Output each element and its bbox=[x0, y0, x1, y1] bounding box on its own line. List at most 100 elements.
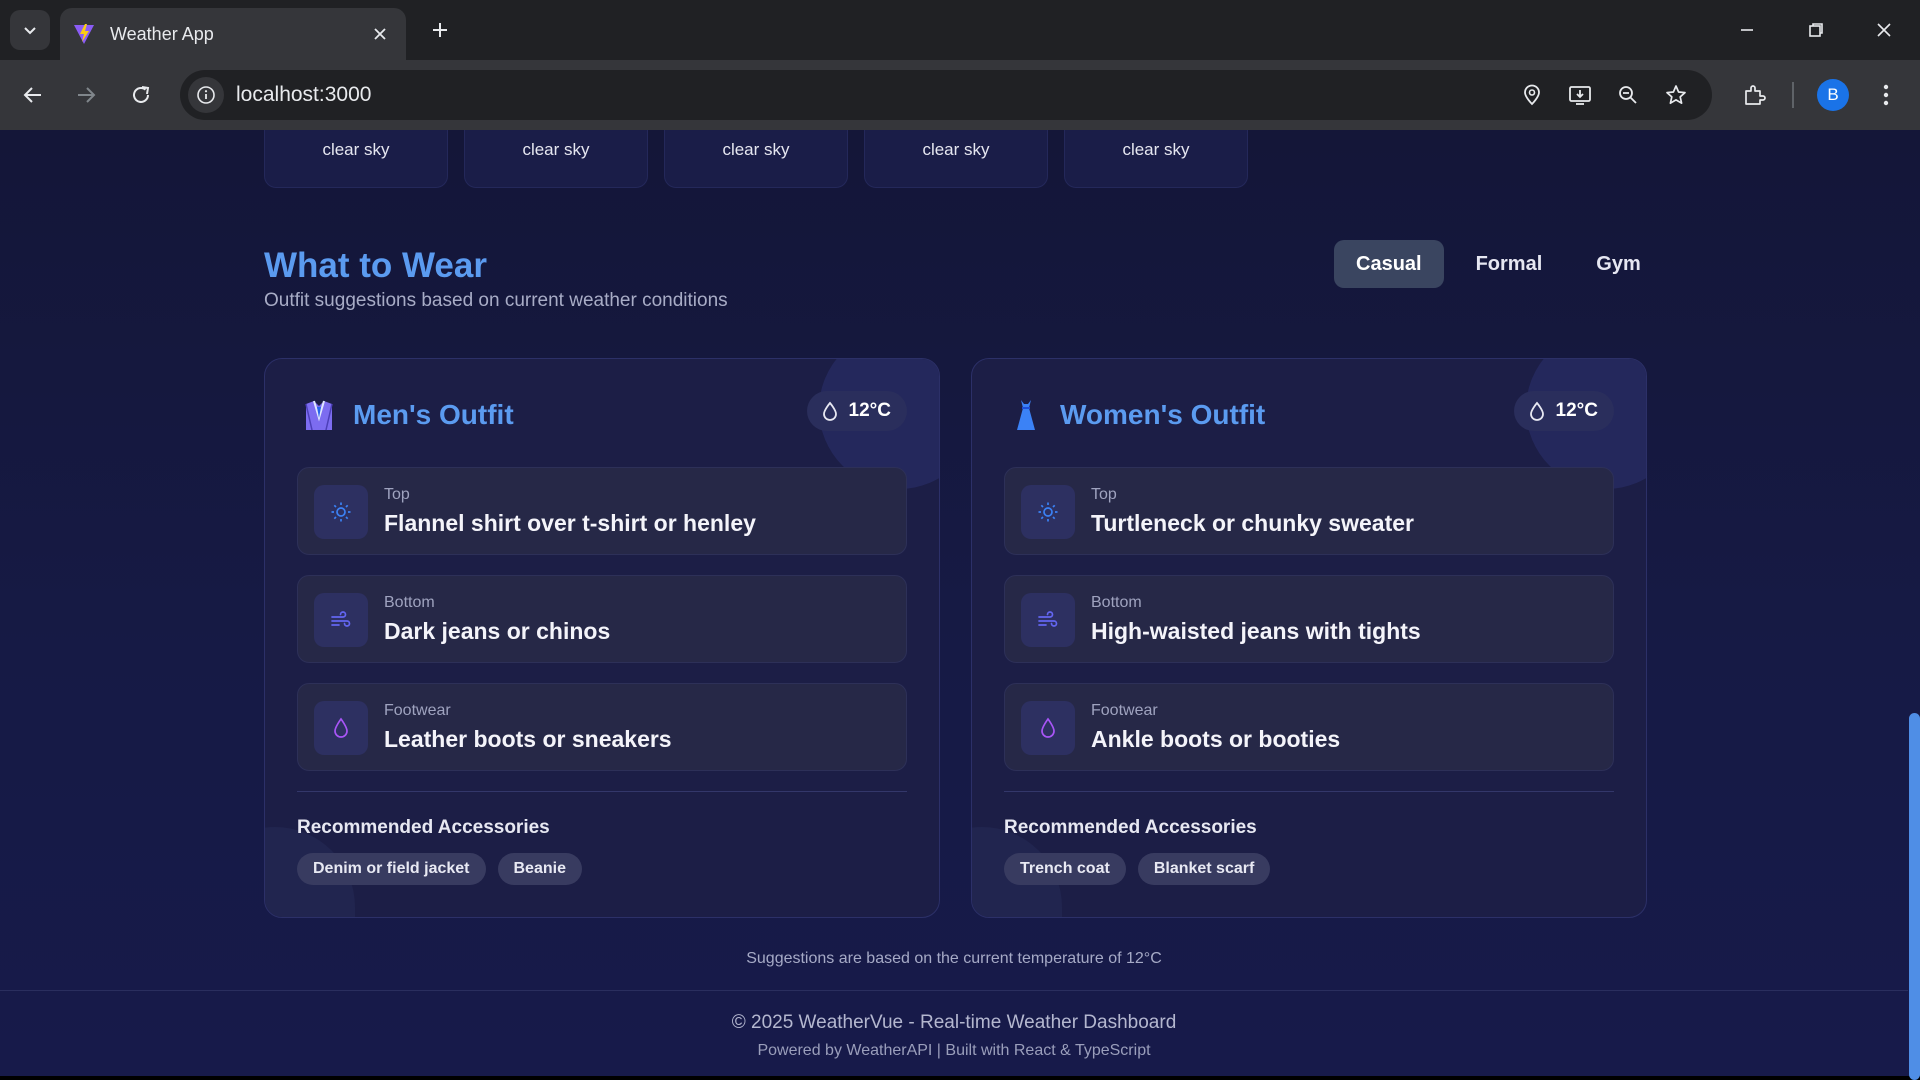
item-value: Leather boots or sneakers bbox=[384, 726, 672, 752]
forecast-card: clear sky bbox=[864, 130, 1048, 188]
footer-copyright: © 2025 WeatherVue - Real-time Weather Da… bbox=[731, 1012, 1177, 1033]
browser-tab-active[interactable]: Weather App bbox=[60, 8, 406, 60]
address-bar[interactable]: localhost:3000 bbox=[180, 70, 1712, 120]
tab-title: Weather App bbox=[110, 23, 214, 44]
forecast-description: clear sky bbox=[722, 140, 790, 159]
forecast-card: clear sky bbox=[264, 130, 448, 188]
toolbar-separator bbox=[1792, 82, 1794, 108]
accessory-chip: Blanket scarf bbox=[1137, 853, 1271, 885]
restore-icon bbox=[1809, 23, 1823, 37]
accessory-chip: Trench coat bbox=[1004, 853, 1126, 885]
section-title: What to Wear bbox=[264, 246, 487, 285]
item-label: Bottom bbox=[1091, 594, 1142, 611]
card-title: Women's Outfit bbox=[1060, 399, 1266, 430]
temperature-badge: 12°C bbox=[806, 391, 907, 431]
chevron-down-icon bbox=[24, 27, 36, 35]
forecast-card: clear sky bbox=[664, 130, 848, 188]
forecast-description: clear sky bbox=[1122, 140, 1190, 159]
install-app-icon[interactable] bbox=[1562, 77, 1598, 113]
reload-button[interactable] bbox=[119, 73, 163, 117]
location-icon[interactable] bbox=[1514, 77, 1550, 113]
outfit-item-bottom: Bottom Dark jeans or chinos bbox=[297, 575, 907, 663]
arrow-right-icon bbox=[78, 87, 96, 103]
tab-casual[interactable]: Casual bbox=[1334, 240, 1444, 288]
accessory-chips: Trench coat Blanket scarf bbox=[1004, 853, 1271, 885]
wind-icon bbox=[1021, 593, 1075, 647]
forecast-card: clear sky bbox=[464, 130, 648, 188]
minimize-icon bbox=[1741, 29, 1753, 31]
restore-button[interactable] bbox=[1794, 8, 1838, 52]
browser-toolbar: localhost:3000 B bbox=[0, 60, 1920, 130]
accessories-title: Recommended Accessories bbox=[1004, 817, 1257, 838]
suggestion-note: Suggestions are based on the current tem… bbox=[746, 950, 1162, 967]
item-value: High-waisted jeans with tights bbox=[1091, 618, 1421, 644]
accessory-chip: Denim or field jacket bbox=[297, 853, 486, 885]
forward-button[interactable] bbox=[64, 73, 108, 117]
outfit-item-footwear: Footwear Ankle boots or booties bbox=[1004, 683, 1614, 771]
droplet-icon bbox=[314, 701, 368, 755]
card-title: Men's Outfit bbox=[353, 399, 514, 430]
bottom-edge bbox=[0, 1076, 1920, 1080]
shirt-icon bbox=[301, 397, 337, 433]
outfit-item-top: Top Flannel shirt over t-shirt or henley bbox=[297, 467, 907, 555]
zoom-icon[interactable] bbox=[1610, 77, 1646, 113]
bookmark-star-icon[interactable] bbox=[1658, 77, 1694, 113]
wind-icon bbox=[314, 593, 368, 647]
footer-credits: Powered by WeatherAPI | Built with React… bbox=[757, 1042, 1151, 1059]
tab-formal[interactable]: Formal bbox=[1454, 240, 1565, 288]
outfit-item-top: Top Turtleneck or chunky sweater bbox=[1004, 467, 1614, 555]
droplet-icon bbox=[822, 401, 837, 421]
back-button[interactable] bbox=[11, 73, 55, 117]
item-label: Footwear bbox=[384, 702, 451, 719]
tab-search-button[interactable] bbox=[10, 10, 50, 50]
forecast-card: clear sky bbox=[1064, 130, 1248, 188]
plus-icon bbox=[433, 23, 447, 37]
page-viewport: clear sky clear sky clear sky clear sky … bbox=[0, 130, 1920, 1080]
accessory-chips: Denim or field jacket Beanie bbox=[297, 853, 582, 885]
droplet-icon bbox=[1021, 701, 1075, 755]
item-value: Flannel shirt over t-shirt or henley bbox=[384, 510, 756, 536]
footer-divider bbox=[0, 990, 1908, 991]
tab-gym[interactable]: Gym bbox=[1574, 240, 1662, 288]
section-subtitle: Outfit suggestions based on current weat… bbox=[264, 290, 728, 311]
item-label: Top bbox=[384, 486, 410, 503]
womens-outfit-card: Women's Outfit 12°C Top Turtleneck or ch… bbox=[971, 358, 1647, 918]
arrow-left-icon bbox=[23, 87, 41, 103]
forecast-description: clear sky bbox=[922, 140, 990, 159]
url-text[interactable]: localhost:3000 bbox=[236, 83, 371, 107]
temperature-value: 12°C bbox=[1555, 400, 1598, 421]
outfit-item-footwear: Footwear Leather boots or sneakers bbox=[297, 683, 907, 771]
reload-icon bbox=[133, 86, 150, 103]
outfit-item-bottom: Bottom High-waisted jeans with tights bbox=[1004, 575, 1614, 663]
mens-outfit-card: Men's Outfit 12°C Top Flannel shirt over… bbox=[264, 358, 940, 918]
extensions-icon[interactable] bbox=[1734, 75, 1774, 115]
temperature-value: 12°C bbox=[848, 400, 891, 421]
divider bbox=[1004, 791, 1614, 792]
scrollbar-thumb[interactable] bbox=[1909, 713, 1920, 1080]
browser-tabbar: Weather App bbox=[0, 0, 1920, 60]
minimize-button[interactable] bbox=[1725, 8, 1769, 52]
profile-avatar[interactable]: B bbox=[1817, 79, 1849, 111]
accessory-chip: Beanie bbox=[497, 853, 582, 885]
forecast-row: clear sky clear sky clear sky clear sky … bbox=[264, 130, 1248, 188]
item-label: Footwear bbox=[1091, 702, 1158, 719]
vite-favicon-icon bbox=[72, 22, 96, 46]
close-icon bbox=[1877, 23, 1891, 37]
menu-kebab-icon[interactable] bbox=[1866, 75, 1906, 115]
item-label: Bottom bbox=[384, 594, 435, 611]
forecast-description: clear sky bbox=[322, 140, 390, 159]
forecast-description: clear sky bbox=[522, 140, 590, 159]
close-window-button[interactable] bbox=[1862, 8, 1906, 52]
dress-icon bbox=[1008, 397, 1044, 433]
divider bbox=[297, 791, 907, 792]
tab-close-icon[interactable] bbox=[366, 20, 394, 48]
style-tabs: Casual Formal Gym bbox=[1334, 240, 1663, 288]
site-info-icon[interactable] bbox=[188, 77, 224, 113]
item-label: Top bbox=[1091, 486, 1117, 503]
droplet-icon bbox=[1529, 401, 1544, 421]
item-value: Turtleneck or chunky sweater bbox=[1091, 510, 1414, 536]
new-tab-button[interactable] bbox=[424, 14, 456, 46]
sun-icon bbox=[1021, 485, 1075, 539]
item-value: Ankle boots or booties bbox=[1091, 726, 1341, 752]
accessories-title: Recommended Accessories bbox=[297, 817, 550, 838]
